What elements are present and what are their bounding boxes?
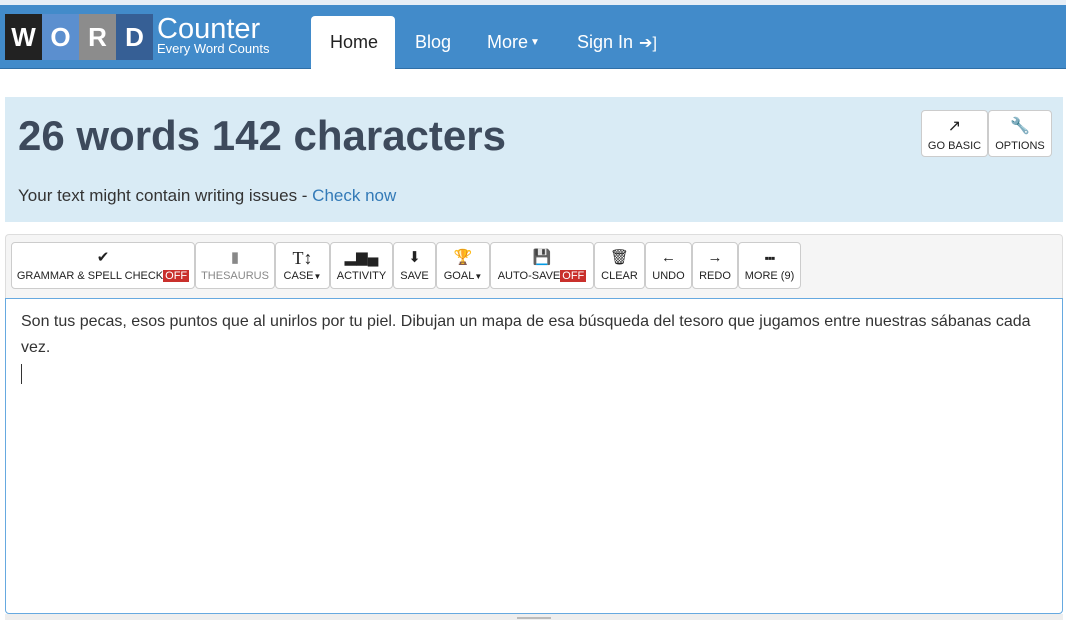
- save-button[interactable]: ⬇ SAVE: [393, 242, 436, 289]
- button-label: GRAMMAR & SPELL CHECK: [16, 269, 164, 282]
- case-button[interactable]: T↕ CASE▼: [275, 242, 330, 289]
- caret-down-icon: ▼: [313, 271, 322, 281]
- activity-button[interactable]: ▂▆▄ ACTIVITY: [330, 242, 393, 289]
- nav-blog[interactable]: Blog: [396, 16, 470, 69]
- nav-label: More: [487, 32, 529, 52]
- logo-letter: D: [116, 14, 153, 60]
- caret-down-icon: ▼: [474, 271, 483, 281]
- caret-down-icon: ▼: [530, 37, 540, 48]
- text-cursor: [21, 363, 22, 384]
- off-badge: OFF: [560, 269, 587, 282]
- more-tools-button[interactable]: ▪▪▪ MORE (9): [738, 242, 801, 289]
- button-label: OPTIONS: [995, 139, 1045, 152]
- clear-button[interactable]: 🗑 CLEAR: [594, 242, 645, 289]
- redo-button[interactable]: → REDO: [692, 242, 738, 289]
- button-label: GOAL: [443, 269, 475, 282]
- undo-button[interactable]: ← UNDO: [645, 242, 692, 289]
- word-character-count: 26 words 142 characters: [18, 112, 506, 159]
- go-basic-button[interactable]: ↗ GO BASIC: [921, 110, 988, 157]
- resize-handle[interactable]: [517, 617, 551, 619]
- grammar-spell-check-button[interactable]: ✔ GRAMMAR & SPELL CHECK OFF: [11, 242, 195, 289]
- count-panel: 26 words 142 characters Your text might …: [5, 97, 1063, 222]
- button-label: CLEAR: [601, 269, 638, 282]
- logo-letter: O: [42, 14, 79, 60]
- text-editor[interactable]: Son tus pecas, esos puntos que al unirlo…: [5, 298, 1063, 614]
- external-link-icon: ↗: [947, 117, 962, 135]
- toolbar: ✔ GRAMMAR & SPELL CHECK OFF ▮ THESAURUS T↕ C…: [5, 234, 1063, 298]
- sign-in-icon: ➔]: [639, 34, 657, 52]
- check-now-link[interactable]: Check now: [312, 186, 396, 205]
- button-label: CASE: [283, 269, 314, 282]
- trophy-icon: 🏆: [453, 248, 473, 266]
- arrow-left-icon: ←: [661, 248, 676, 266]
- logo-tagline: Every Word Counts: [157, 41, 270, 56]
- button-label: UNDO: [652, 269, 685, 282]
- arrow-right-icon: →: [707, 248, 723, 266]
- nav-sign-in[interactable]: Sign In ➔]: [558, 16, 676, 69]
- nav-label: Sign In: [577, 32, 634, 52]
- options-button[interactable]: 🔧 OPTIONS: [988, 110, 1052, 157]
- issues-text: Your text might contain writing issues -: [18, 186, 313, 205]
- download-file-icon: ⬇: [408, 248, 421, 266]
- button-label: AUTO-SAVE: [497, 269, 561, 282]
- off-badge: OFF: [163, 269, 190, 282]
- logo-letter: W: [5, 14, 42, 60]
- thesaurus-button[interactable]: ▮ THESAURUS: [195, 242, 275, 289]
- auto-save-button[interactable]: 💾 AUTO-SAVE OFF: [490, 242, 594, 289]
- logo[interactable]: W O R D Counter Every Word Counts: [5, 14, 269, 60]
- logo-title: Counter: [157, 13, 261, 45]
- editor-text: Son tus pecas, esos puntos que al unirlo…: [21, 313, 1031, 356]
- button-label: SAVE: [400, 269, 429, 282]
- text-height-icon: T↕: [292, 247, 313, 268]
- grid-icon: ▪▪▪: [764, 250, 776, 265]
- writing-issues-notice: Your text might contain writing issues -…: [18, 186, 396, 206]
- button-label: THESAURUS: [201, 269, 269, 282]
- button-label: REDO: [699, 269, 731, 282]
- button-label: MORE (9): [744, 269, 795, 282]
- nav-label: Blog: [415, 32, 452, 52]
- trash-icon: 🗑: [609, 248, 630, 266]
- bar-chart-icon: ▂▆▄: [344, 248, 379, 266]
- floppy-disk-icon: 💾: [532, 248, 552, 266]
- button-label: ACTIVITY: [336, 269, 387, 282]
- book-icon: ▮: [230, 248, 240, 266]
- nav-more[interactable]: More ▼: [468, 16, 559, 69]
- button-label: GO BASIC: [927, 139, 982, 152]
- nav-home[interactable]: Home: [311, 16, 395, 69]
- wrench-icon: 🔧: [1010, 117, 1030, 135]
- check-icon: ✔: [96, 248, 110, 266]
- goal-button[interactable]: 🏆 GOAL▼: [436, 242, 490, 289]
- logo-letter: R: [79, 14, 116, 60]
- nav-label: Home: [330, 32, 379, 52]
- navbar: W O R D Counter Every Word Counts Home Bl…: [0, 5, 1066, 69]
